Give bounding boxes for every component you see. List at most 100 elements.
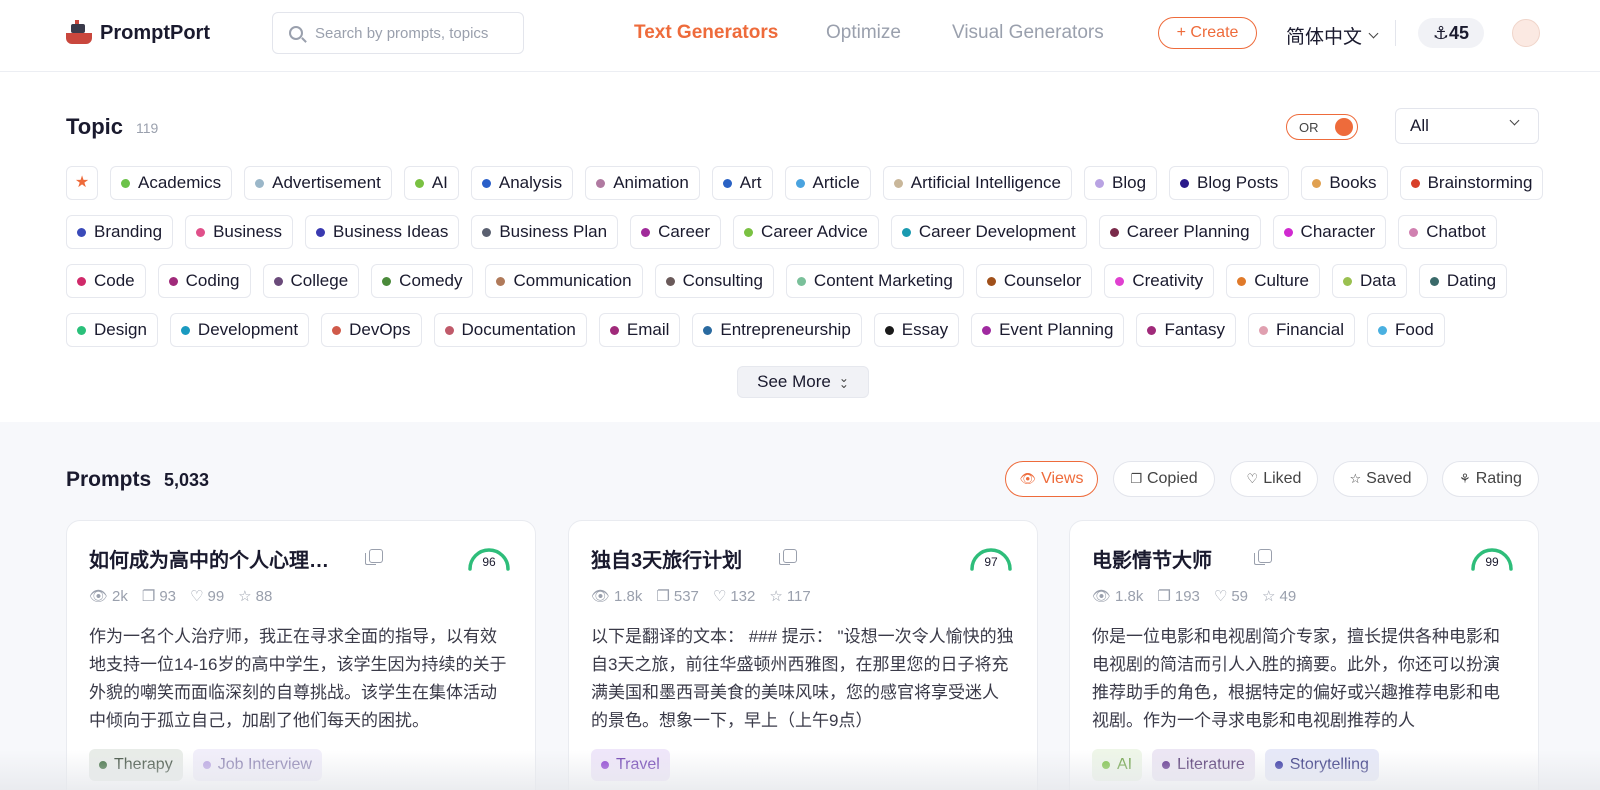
card-tag[interactable]: Therapy [89,749,183,781]
or-toggle[interactable]: OR [1286,114,1358,140]
eye-icon: 👁 [591,588,611,605]
copy-icon[interactable] [779,549,797,565]
tab-visual-generators[interactable]: Visual Generators [952,22,1104,44]
topic-tag[interactable]: College [262,264,360,298]
tag-dot [496,276,506,286]
topic-tag[interactable]: Career Planning [1098,215,1261,249]
tag-dot [77,325,86,335]
topic-tag[interactable]: Blog Posts [1169,166,1290,200]
see-more-label: See More [757,372,831,391]
topic-tag[interactable]: Content Marketing [785,264,964,298]
topic-tag[interactable]: Culture [1226,264,1320,298]
prompt-card[interactable]: 独自3天旅行计划 97 👁 1.8k ❐ 537 ♡ 132 ☆ 117 以下是翻译的文… [568,520,1038,790]
topic-tag[interactable]: Food [1367,313,1445,347]
topic-tag[interactable]: Design [66,313,158,347]
topic-tag[interactable]: Blog [1084,166,1158,200]
card-tag[interactable]: Travel [591,749,670,781]
sort-liked-button[interactable]: ♡ Liked [1230,461,1318,497]
topic-tag[interactable]: Data [1332,264,1407,298]
copy-icon[interactable] [365,549,383,565]
tag-dot [982,325,992,335]
prompt-card[interactable]: 如何成为高中的个人心理治疗师 96 👁2k ❐93 ♡99 ☆88 作为一名个人… [66,520,536,790]
topic-tag[interactable]: Analysis [470,166,574,200]
copy-icon[interactable] [1254,549,1272,565]
topic-tag[interactable]: Dating [1418,264,1508,298]
sort-rating-button[interactable]: ⚘ Rating [1442,461,1539,497]
card-tags: AI Literature Storytelling [1092,749,1379,781]
liked-stat: ♡ 59 [1213,587,1249,606]
topic-tag[interactable]: Art [711,166,773,200]
topic-tag[interactable]: Creativity [1104,264,1215,298]
topic-tag[interactable]: AI [403,166,459,200]
sort-copied-button[interactable]: ❐ Copied [1113,461,1215,497]
card-tag[interactable]: Storytelling [1264,749,1379,781]
topic-filter-select[interactable]: All [1395,108,1539,144]
topic-tag[interactable]: Character [1272,215,1387,249]
topic-tag[interactable]: DevOps [321,313,422,347]
topic-tag[interactable]: Financial [1247,313,1355,347]
card-title[interactable]: 如何成为高中的个人心理治疗师 [89,544,329,573]
topic-tag[interactable]: Career [630,215,722,249]
topic-tag[interactable]: Consulting [654,264,774,298]
prompts-title: Prompts [66,468,152,491]
topic-tag[interactable]: Academics [110,166,233,200]
topic-tag[interactable]: Comedy [371,264,474,298]
topic-tag[interactable]: Artificial Intelligence [882,166,1073,200]
topic-tag[interactable]: Advertisement [244,166,392,200]
topic-tag[interactable]: Business Ideas [305,215,460,249]
topic-tag[interactable]: Code [66,264,146,298]
tag-dot [444,325,454,335]
topic-tag[interactable]: Branding [66,215,174,249]
language-selector[interactable]: 简体中文 [1286,22,1379,49]
tab-text-generators[interactable]: Text Generators [634,22,778,44]
prompt-card[interactable]: 电影情节大师 99 👁 1.8k ❐ 193 ♡ 59 ☆ 49 你是一位电影和电视剧简… [1069,520,1539,790]
tag-dot [1147,325,1157,335]
topic-tag[interactable]: Entrepreneurship [692,313,862,347]
topic-tag[interactable]: Essay [873,313,960,347]
topic-tag[interactable]: Counselor [975,264,1093,298]
chevron-down-icon [1509,115,1520,126]
topic-tag[interactable]: Career Development [890,215,1087,249]
brand-name: PromptPort [100,21,210,44]
topic-tag[interactable]: Brainstorming [1399,166,1544,200]
see-more-button[interactable]: See More ⌄ ⌄ [737,366,869,398]
topic-tag[interactable]: Animation [585,166,700,200]
topic-tag[interactable]: Chatbot [1398,215,1497,249]
topic-tag[interactable]: Books [1301,166,1388,200]
tag-dot [1410,178,1420,188]
card-title[interactable]: 独自3天旅行计划 [591,544,742,573]
points-badge[interactable]: ⚓45 [1418,18,1484,48]
copy-icon: ❐ [656,588,670,605]
topic-tag[interactable]: Event Planning [971,313,1125,347]
favorite-tag-button[interactable]: ★ [66,166,98,200]
sort-views-button[interactable]: 👁 Views [1005,461,1098,497]
score-value: 96 [482,555,496,569]
search-input[interactable] [315,24,505,42]
topic-tag[interactable]: Article [784,166,871,200]
tab-optimize[interactable]: Optimize [826,22,901,44]
topic-tag[interactable]: Business Plan [471,215,619,249]
search-box[interactable] [272,12,524,54]
tag-dot [255,178,265,188]
card-tag[interactable]: AI [1092,749,1143,781]
sort-saved-button[interactable]: ☆ Saved [1333,461,1428,497]
card-title[interactable]: 电影情节大师 [1092,544,1212,573]
tag-dot [641,227,651,237]
heart-icon: ♡ [712,588,727,605]
create-button[interactable]: + Create [1158,17,1257,49]
topic-tag[interactable]: Communication [485,264,643,298]
card-tag[interactable]: Literature [1152,749,1255,781]
copy-icon: ❐ [1130,471,1142,486]
topic-tag[interactable]: Fantasy [1136,313,1236,347]
brand-logo[interactable]: PromptPort [66,20,210,46]
topic-tag[interactable]: Coding [157,264,251,298]
topic-tag[interactable]: Career Advice [733,215,879,249]
star-icon: ☆ [769,588,783,605]
card-tag[interactable]: Job Interview [192,749,322,781]
topic-tag[interactable]: Documentation [433,313,587,347]
avatar[interactable] [1512,19,1540,47]
score-gauge: 97 [968,543,1014,573]
topic-tag[interactable]: Email [598,313,681,347]
topic-tag[interactable]: Development [169,313,310,347]
topic-tag[interactable]: Business [185,215,294,249]
